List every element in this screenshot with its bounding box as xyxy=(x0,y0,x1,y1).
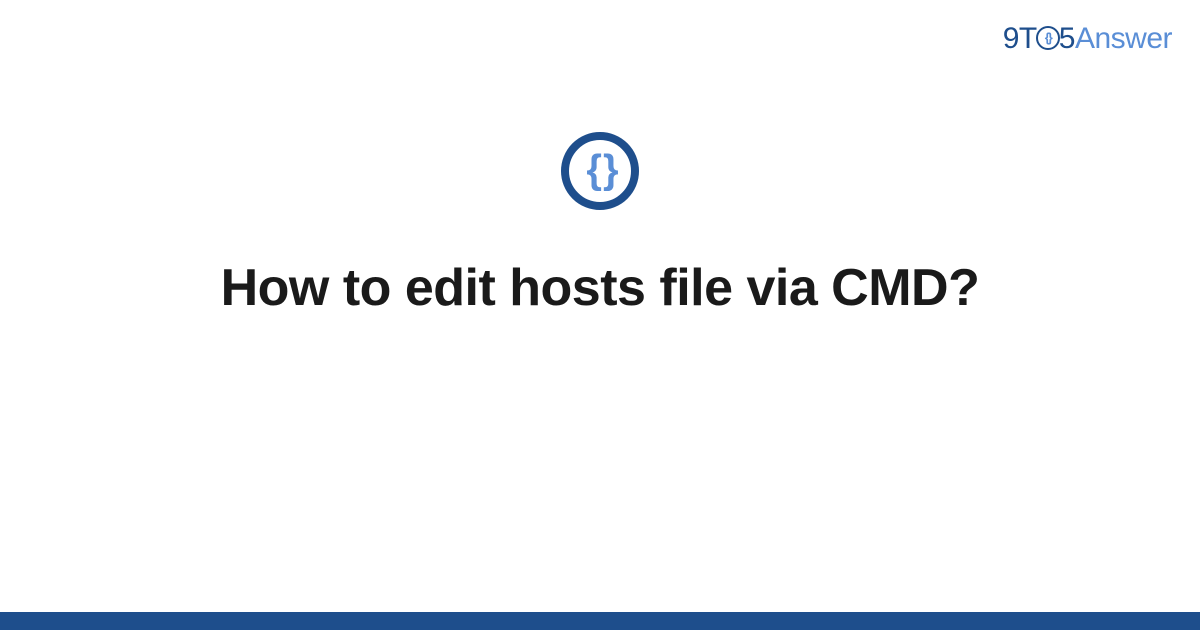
brand-digit: 5 xyxy=(1059,22,1075,55)
hero-braces-icon: { } xyxy=(586,148,613,193)
brand-prefix: 9T xyxy=(1003,22,1037,55)
site-brand: 9T {} 5Answer xyxy=(1003,22,1172,56)
hero-logo-icon: { } xyxy=(561,132,639,210)
brand-logo-icon: {} xyxy=(1036,26,1060,50)
brand-braces-icon: {} xyxy=(1045,30,1051,45)
footer-accent-bar xyxy=(0,612,1200,630)
page-title: How to edit hosts file via CMD? xyxy=(0,258,1200,318)
brand-suffix: Answer xyxy=(1075,22,1172,55)
